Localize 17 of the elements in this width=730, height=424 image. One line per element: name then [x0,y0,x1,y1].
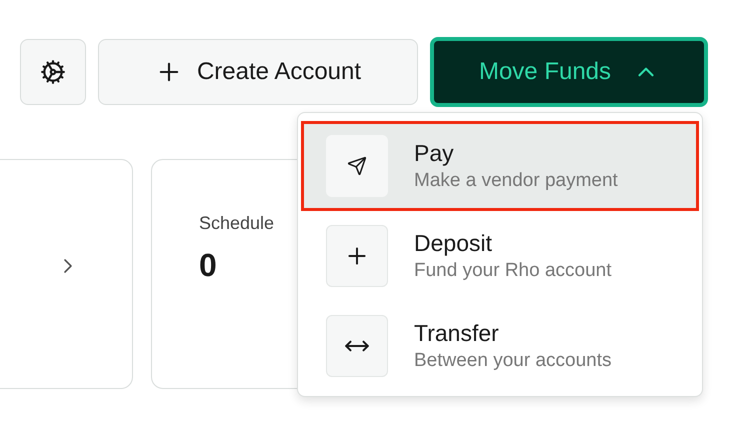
settings-button[interactable] [20,39,86,105]
send-icon [326,135,388,197]
menu-item-title: Deposit [414,229,493,258]
create-account-button[interactable]: Create Account [98,39,418,105]
menu-item-description: Fund your Rho account [414,259,612,283]
card-value: 0 [199,246,217,285]
menu-item-title: Transfer [414,319,500,348]
menu-item[interactable]: Transfer Between your accounts [301,301,699,391]
menu-item[interactable]: Deposit Fund your Rho account [301,211,699,301]
settings-icon [40,59,66,85]
menu-item-description: Between your accounts [414,349,612,373]
menu-item[interactable]: Pay Make a vendor payment [301,121,699,211]
move-funds-button[interactable]: Move Funds [430,37,708,107]
plus-icon [326,225,388,287]
menu-item-title: Pay [414,139,455,168]
menu-item-description: Make a vendor payment [414,169,618,193]
card-title: Schedule [199,212,274,235]
